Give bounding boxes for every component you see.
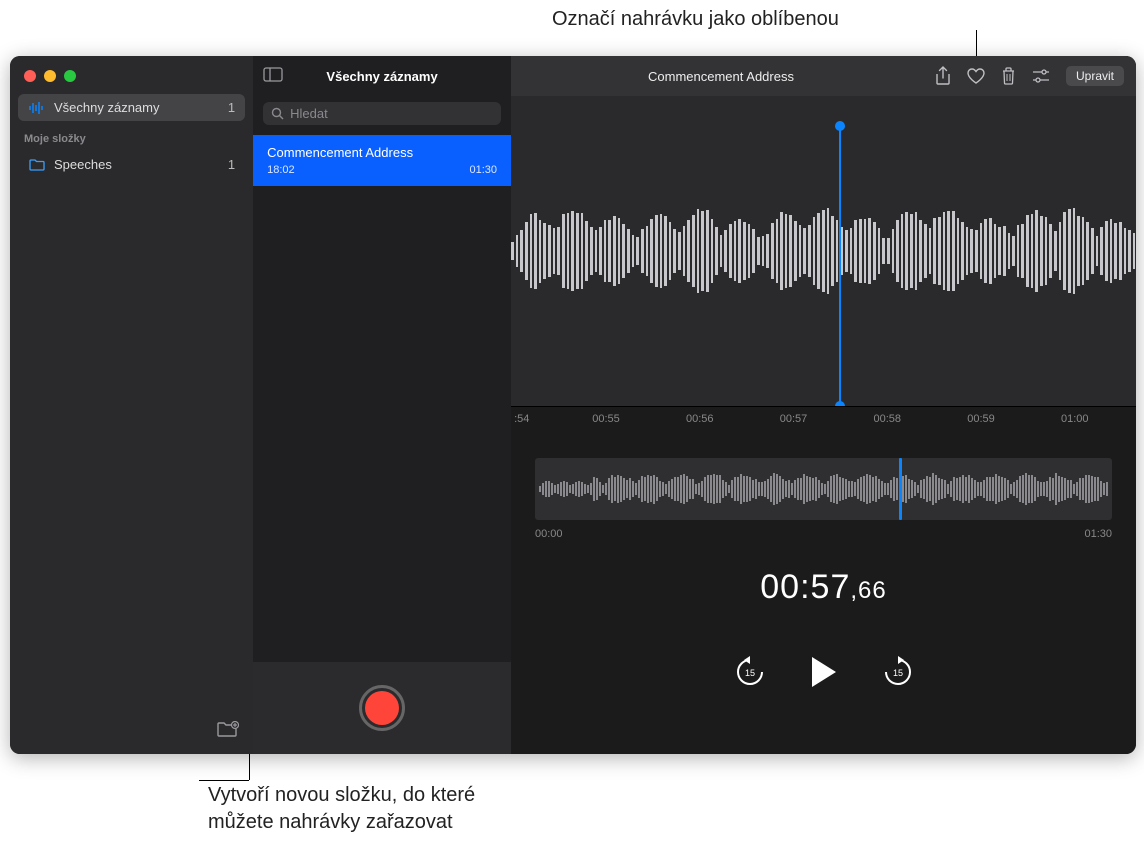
- recording-item[interactable]: Commencement Address 18:02 01:30: [253, 135, 511, 186]
- minimize-window-button[interactable]: [44, 70, 56, 82]
- window-controls: [10, 56, 253, 92]
- toolbar: Commencement Address Upravit: [511, 56, 1136, 96]
- recording-title: Commencement Address: [267, 145, 497, 160]
- folder-icon: [28, 159, 46, 171]
- record-dot-icon: [365, 691, 399, 725]
- sidebar-item-count: 1: [228, 157, 235, 172]
- sidebar-section-header: Moje složky: [10, 123, 253, 149]
- callout-line: [199, 780, 249, 781]
- share-button[interactable]: [935, 66, 951, 86]
- ruler-tick: 00:59: [967, 413, 995, 425]
- callout-favorite: Označí nahrávku jako oblíbenou: [552, 6, 839, 33]
- svg-text:15: 15: [892, 668, 902, 678]
- ruler-tick: 00:58: [874, 413, 902, 425]
- settings-button[interactable]: [1032, 69, 1050, 83]
- callout-newfolder: Vytvoří novou složku, do které můžete na…: [208, 782, 475, 836]
- svg-text:15: 15: [744, 668, 754, 678]
- ruler-tick: 01:00: [1061, 413, 1089, 425]
- skip-back-button[interactable]: 15: [735, 656, 765, 693]
- overview-playhead[interactable]: [899, 458, 902, 520]
- edit-button[interactable]: Upravit: [1066, 66, 1124, 86]
- skip-forward-button[interactable]: 15: [883, 656, 913, 693]
- sidebar-footer: [10, 711, 253, 754]
- list-header-title: Všechny záznamy: [326, 69, 437, 84]
- waveform-overview[interactable]: [535, 458, 1112, 520]
- search-placeholder: Hledat: [290, 106, 328, 121]
- sidebar-item-all-recordings[interactable]: Všechny záznamy 1: [18, 94, 245, 121]
- time-ruler: :54 00:55 00:56 00:57 00:58 00:59 01:00: [511, 406, 1136, 434]
- delete-button[interactable]: [1001, 67, 1016, 85]
- recording-duration: 01:30: [469, 164, 497, 176]
- ruler-tick: :54: [514, 413, 529, 425]
- voice-memos-window: Všechny záznamy 1 Moje složky Speeches 1…: [10, 56, 1136, 754]
- search-input[interactable]: Hledat: [263, 102, 501, 125]
- editor-main: Commencement Address Upravit :54 00:55 0…: [511, 56, 1136, 754]
- list-header: Všechny záznamy: [253, 56, 511, 96]
- sidebar: Všechny záznamy 1 Moje složky Speeches 1: [10, 56, 253, 754]
- favorite-button[interactable]: [967, 68, 985, 84]
- close-window-button[interactable]: [24, 70, 36, 82]
- sidebar-item-label: Speeches: [54, 157, 112, 172]
- overview-end-label: 01:30: [1084, 528, 1112, 540]
- search-icon: [271, 107, 284, 120]
- playhead[interactable]: [839, 126, 841, 406]
- sidebar-item-count: 1: [228, 100, 235, 115]
- waveform-icon: [28, 101, 46, 115]
- ruler-tick: 00:57: [780, 413, 808, 425]
- recording-title-header: Commencement Address: [523, 69, 919, 84]
- ruler-tick: 00:55: [592, 413, 620, 425]
- play-button[interactable]: [809, 655, 839, 694]
- transport-controls: 15 15: [511, 655, 1136, 694]
- sidebar-item-label: Všechny záznamy: [54, 100, 160, 115]
- sidebar-toggle-button[interactable]: [263, 67, 283, 85]
- recording-time: 18:02: [267, 164, 295, 176]
- ruler-tick: 00:56: [686, 413, 714, 425]
- sidebar-item-folder[interactable]: Speeches 1: [18, 151, 245, 178]
- timecode: 00:57,66: [511, 568, 1136, 607]
- zoom-window-button[interactable]: [64, 70, 76, 82]
- recordings-list-column: Všechny záznamy Hledat Commencement Addr…: [253, 56, 511, 754]
- overview-start-label: 00:00: [535, 528, 563, 540]
- record-button[interactable]: [359, 685, 405, 731]
- record-area: [253, 662, 511, 754]
- waveform-zoom[interactable]: [511, 96, 1136, 406]
- new-folder-button[interactable]: [217, 721, 239, 744]
